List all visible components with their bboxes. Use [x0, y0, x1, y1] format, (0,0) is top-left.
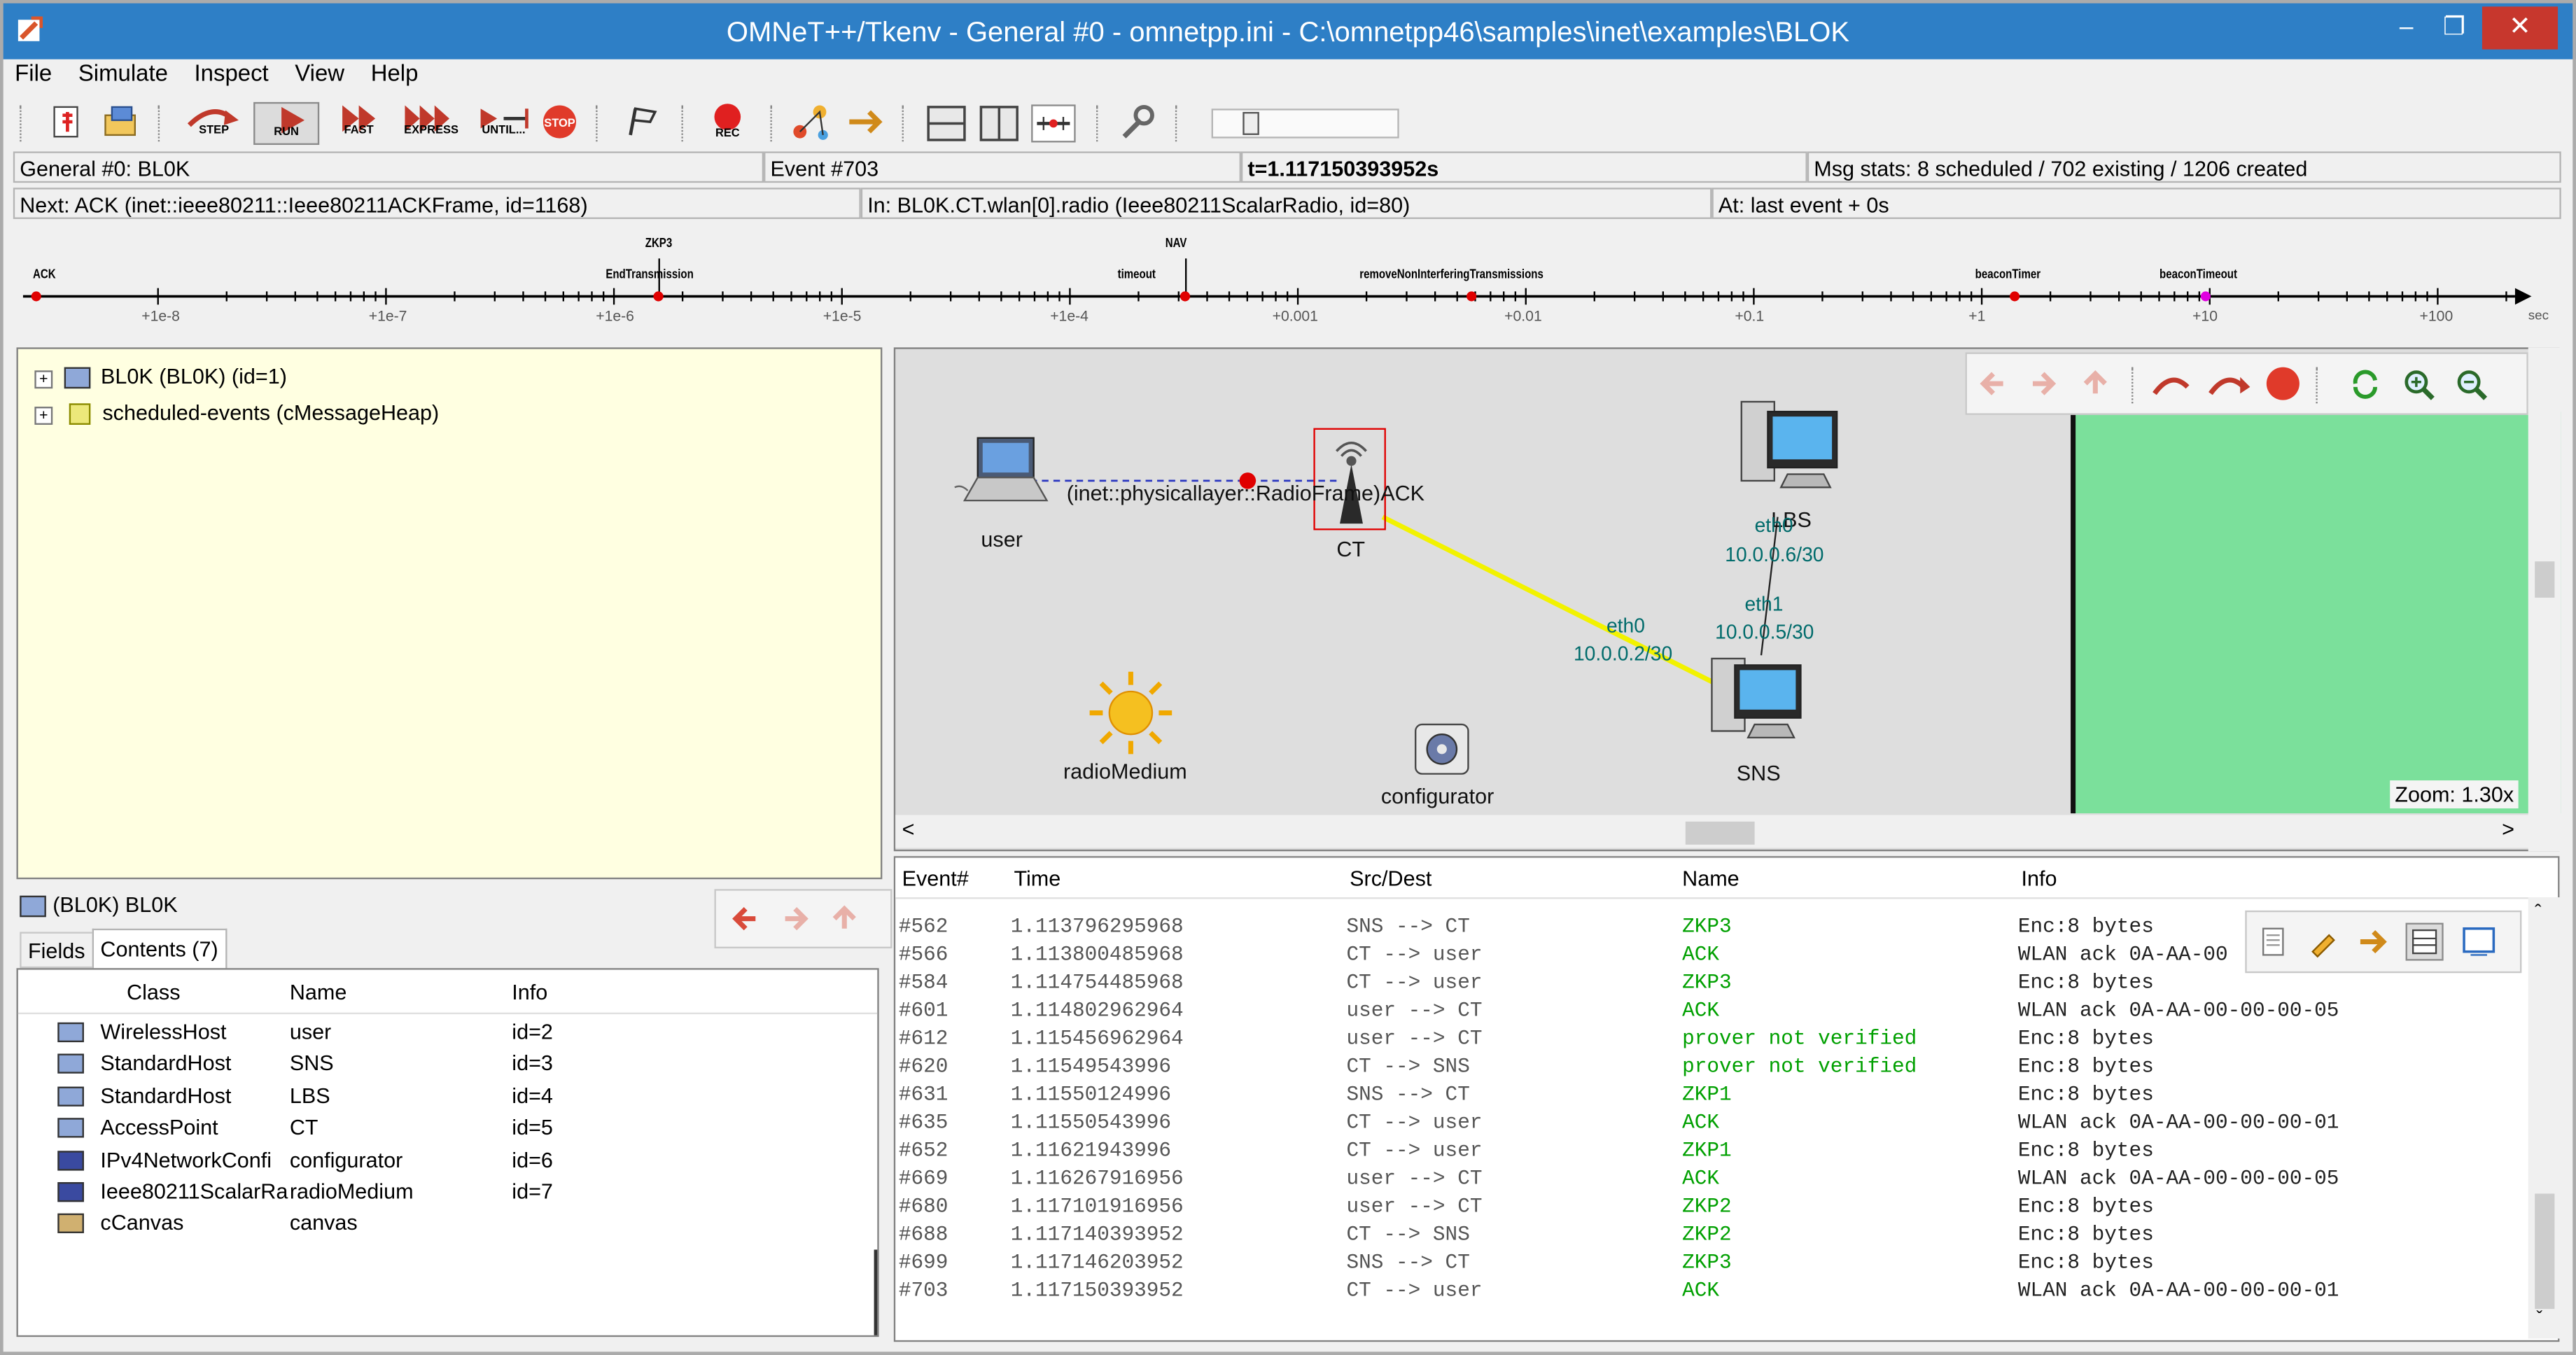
- window-border: [0, 0, 2576, 1355]
- tkenv-window: OMNeT++/Tkenv - General #0 - omnetpp.ini…: [0, 0, 2576, 1355]
